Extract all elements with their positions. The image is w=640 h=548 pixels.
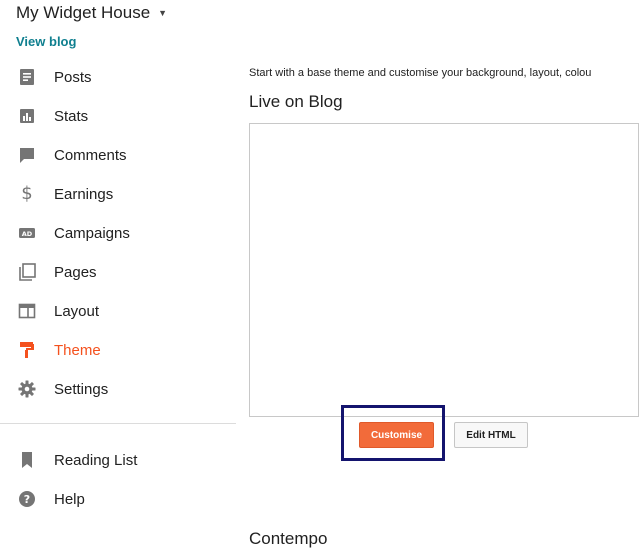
sidebar-item-posts[interactable]: Posts xyxy=(0,59,236,95)
sidebar-item-reading-list[interactable]: Reading List xyxy=(0,442,236,478)
sidebar-item-stats[interactable]: Stats xyxy=(0,98,236,134)
sidebar-item-help[interactable]: ? Help xyxy=(0,481,236,517)
stats-icon xyxy=(18,107,36,125)
theme-main: Start with a base theme and customise yo… xyxy=(236,0,640,548)
sidebar-item-comments[interactable]: Comments xyxy=(0,137,236,173)
sidebar-item-label: Comments xyxy=(54,146,127,164)
sidebar-item-label: Pages xyxy=(54,263,97,281)
dollar-icon: $ xyxy=(21,183,33,204)
view-blog-link[interactable]: View blog xyxy=(16,34,76,49)
pages-icon xyxy=(18,263,36,281)
comments-icon xyxy=(18,146,36,164)
sidebar-item-label: Help xyxy=(54,490,85,508)
sidebar-item-settings[interactable]: Settings xyxy=(0,371,236,407)
bookmark-icon xyxy=(18,451,36,469)
sidebar-item-label: Posts xyxy=(54,68,92,86)
sidebar-item-layout[interactable]: Layout xyxy=(0,293,236,329)
theme-icon xyxy=(18,341,36,359)
caret-down-icon: ▼ xyxy=(158,8,168,18)
sidebar-item-campaigns[interactable]: AD Campaigns xyxy=(0,215,236,251)
blog-preview-frame xyxy=(249,123,639,417)
sidebar-item-earnings[interactable]: $ Earnings xyxy=(0,176,236,212)
sidebar-item-label: Stats xyxy=(54,107,89,125)
sidebar-divider xyxy=(0,423,236,424)
live-on-blog-title: Live on Blog xyxy=(249,92,343,111)
blog-selector[interactable]: My Widget House ▼ xyxy=(16,3,167,23)
theme-name: Contempo xyxy=(249,529,328,548)
sidebar-item-theme[interactable]: Theme xyxy=(0,332,236,368)
posts-icon xyxy=(18,68,36,86)
customise-button[interactable]: Customise xyxy=(359,422,434,448)
sidebar-item-label: Campaigns xyxy=(54,224,130,242)
sidebar-item-label: Theme xyxy=(54,341,101,359)
help-icon: ? xyxy=(18,490,36,508)
blog-title: My Widget House xyxy=(16,3,151,22)
svg-text:AD: AD xyxy=(22,230,33,238)
sidebar: My Widget House ▼ View blog Posts Stats … xyxy=(0,0,236,548)
sidebar-item-pages[interactable]: Pages xyxy=(0,254,236,290)
gear-icon xyxy=(18,380,36,398)
ad-icon: AD xyxy=(18,224,36,242)
sidebar-item-label: Reading List xyxy=(54,451,138,469)
theme-description: Start with a base theme and customise yo… xyxy=(249,67,592,79)
sidebar-item-label: Layout xyxy=(54,302,100,320)
sidebar-item-label: Settings xyxy=(54,380,109,398)
edit-html-button[interactable]: Edit HTML xyxy=(454,422,528,448)
svg-text:?: ? xyxy=(24,493,30,506)
sidebar-item-label: Earnings xyxy=(54,185,114,203)
layout-icon xyxy=(18,302,36,320)
